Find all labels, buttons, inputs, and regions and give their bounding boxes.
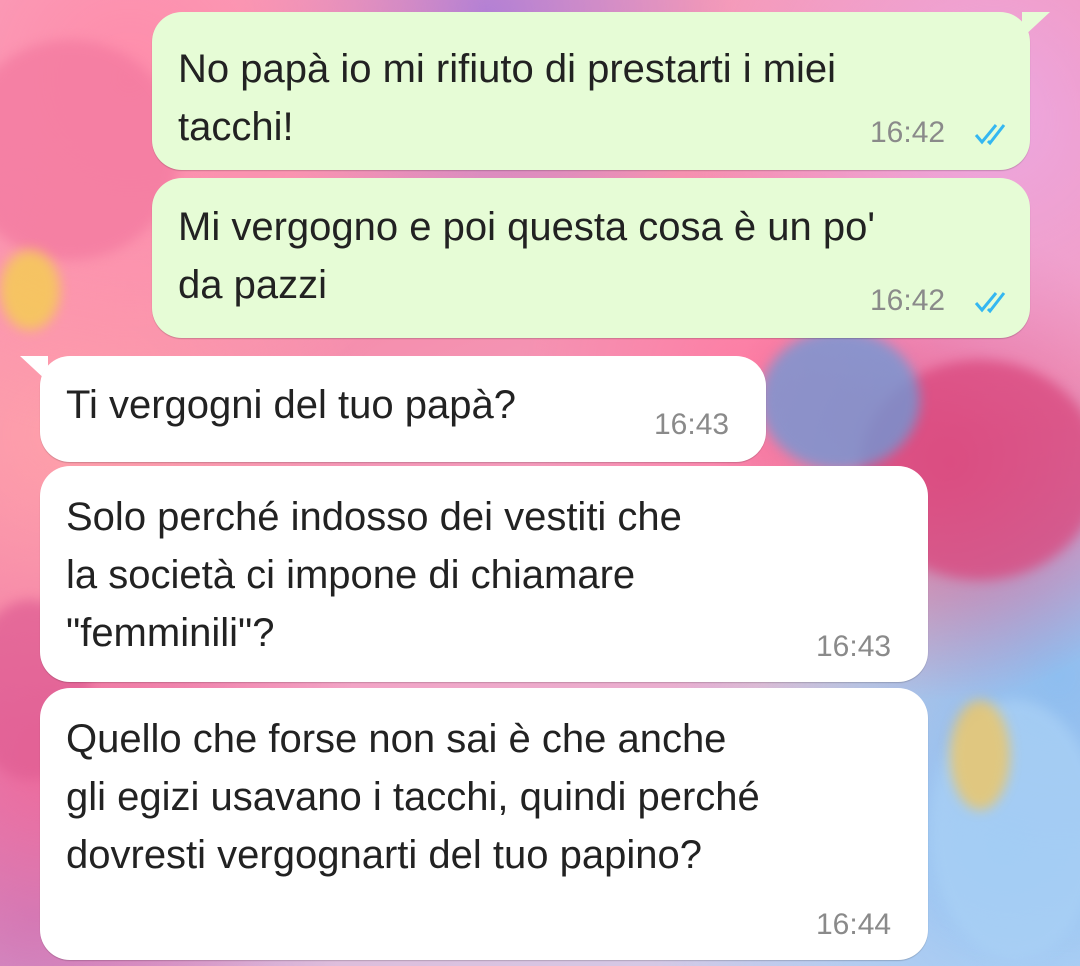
message-bubble-outgoing[interactable]: Mi vergogno e poi questa cosa è un po' d… [152,178,1030,338]
message-timestamp: 16:42 [870,284,946,317]
message-timestamp: 16:42 [870,116,946,149]
message-text: No papà io mi rifiuto di prestarti i mie… [178,47,837,149]
message-timestamp: 16:43 [654,408,730,441]
background-blossom [950,700,1010,810]
message-text: Ti vergogni del tuo papà? [66,383,516,427]
double-check-icon [974,124,1006,146]
message-bubble-incoming[interactable]: Quello che forse non sai è che anche gli… [40,688,928,960]
message-timestamp: 16:44 [816,908,892,941]
bubble-tail [1022,12,1050,38]
message-bubble-incoming[interactable]: Ti vergogni del tuo papà? 16:43 [40,356,766,462]
background-blossom [760,330,920,470]
message-text: Solo perché indosso dei vestiti che la s… [66,495,682,655]
background-blossom [0,250,60,330]
message-text: Mi vergogno e poi questa cosa è un po' d… [178,205,875,307]
message-text: Quello che forse non sai è che anche gli… [66,717,760,877]
double-check-icon [974,292,1006,314]
message-bubble-outgoing[interactable]: No papà io mi rifiuto di prestarti i mie… [152,12,1050,170]
message-timestamp: 16:43 [816,630,892,663]
message-bubble-incoming[interactable]: Solo perché indosso dei vestiti che la s… [40,466,928,682]
